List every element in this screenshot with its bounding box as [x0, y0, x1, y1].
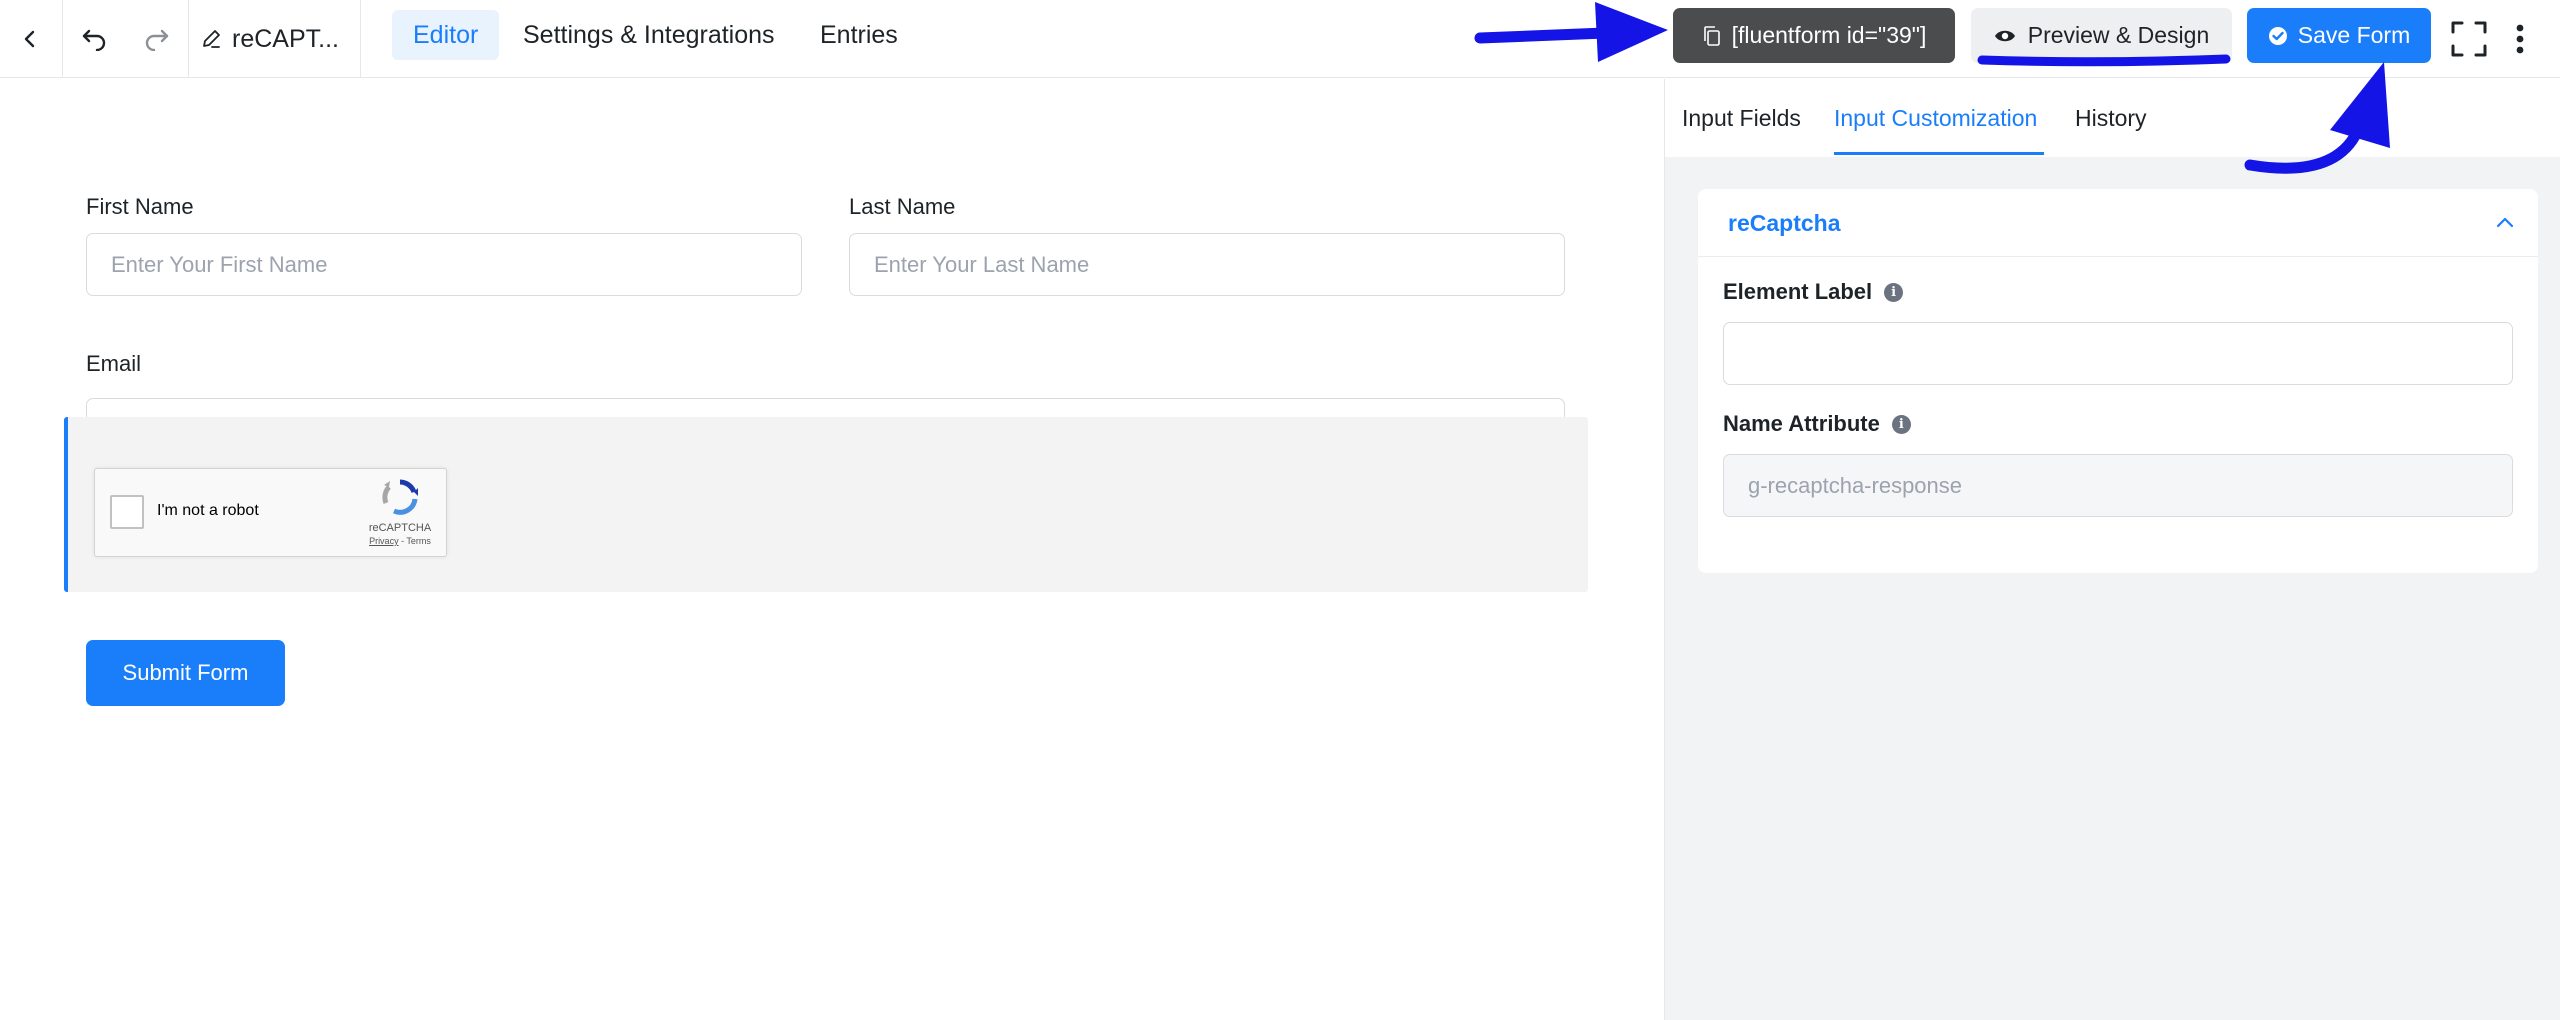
recaptcha-checkbox[interactable] [110, 495, 144, 529]
redo-icon [145, 29, 168, 51]
element-label-heading: Element Label i [1723, 279, 1904, 305]
recaptcha-brand: reCAPTCHA [368, 522, 432, 534]
tab-editor[interactable]: Editor [392, 10, 500, 60]
save-form-button[interactable]: Save Form [2247, 8, 2431, 63]
last-name-label: Last Name [849, 194, 956, 219]
shortcode-copy-button[interactable]: [fluentform id="39"] [1673, 8, 1955, 63]
check-circle-icon [2268, 26, 2287, 45]
save-form-label: Save Form [2297, 22, 2411, 48]
card-title: reCaptcha [1728, 210, 1841, 236]
first-name-input[interactable]: Enter Your First Name [86, 233, 802, 296]
element-label-text: Element Label [1723, 279, 1873, 304]
element-label-input[interactable] [1723, 322, 2513, 385]
name-attribute-input: g-recaptcha-response [1723, 454, 2513, 517]
tab-entries[interactable]: Entries [799, 10, 919, 60]
redo-button[interactable] [125, 0, 188, 78]
card-header[interactable]: reCaptcha [1698, 189, 2538, 257]
preview-design-label: Preview & Design [2027, 22, 2210, 48]
chevron-left-icon [24, 30, 35, 48]
first-name-label: First Name [86, 194, 194, 219]
more-vertical-icon [2516, 24, 2524, 54]
edit-pencil-icon [203, 30, 220, 48]
copy-icon [1703, 25, 1720, 46]
info-icon[interactable]: i [1891, 414, 1911, 434]
last-name-input[interactable]: Enter Your Last Name [849, 233, 1565, 296]
recaptcha-settings-card: reCaptcha Element Label i Name Attribute… [1698, 189, 2538, 573]
tab-input-customization[interactable]: Input Customization [1834, 79, 2037, 157]
recaptcha-links: Privacy - Terms [369, 536, 431, 546]
info-icon[interactable]: i [1884, 282, 1904, 302]
recaptcha-widget: I'm not a robot reCAPTCHA Privacy - Term… [94, 468, 447, 557]
eye-icon [1994, 30, 2015, 41]
more-options-button[interactable] [2500, 0, 2540, 78]
tab-history[interactable]: History [2075, 79, 2147, 157]
recaptcha-checkbox-label: I'm not a robot [157, 502, 259, 519]
back-button[interactable] [0, 0, 60, 78]
fullscreen-button[interactable] [2446, 0, 2492, 78]
fullscreen-icon [2451, 21, 2487, 57]
recaptcha-logo-icon [382, 479, 418, 515]
email-label: Email [86, 351, 142, 376]
name-attribute-heading: Name Attribute i [1723, 411, 1911, 437]
recaptcha-privacy-link[interactable]: Privacy [369, 536, 399, 546]
name-attribute-text: Name Attribute [1723, 411, 1880, 436]
tab-input-fields[interactable]: Input Fields [1682, 79, 1801, 157]
recaptcha-terms-link[interactable]: Terms [406, 536, 431, 546]
chevron-up-icon[interactable] [2494, 211, 2516, 233]
submit-form-button[interactable]: Submit Form [86, 640, 285, 706]
top-toolbar: reCAPT... Editor Settings & Integrations… [0, 0, 2560, 78]
form-title[interactable]: reCAPT... [200, 0, 339, 78]
tab-settings-integrations[interactable]: Settings & Integrations [502, 10, 796, 60]
recaptcha-logo: reCAPTCHA Privacy - Terms [366, 479, 434, 546]
undo-button[interactable] [63, 0, 125, 78]
form-title-text: reCAPT... [232, 24, 339, 53]
active-tab-indicator [1834, 152, 2044, 155]
preview-design-button[interactable]: Preview & Design [1971, 8, 2232, 63]
recaptcha-field-selected[interactable]: I'm not a robot reCAPTCHA Privacy - Term… [64, 417, 1588, 592]
shortcode-text: [fluentform id="39"] [1731, 22, 1927, 48]
undo-icon [82, 29, 106, 51]
